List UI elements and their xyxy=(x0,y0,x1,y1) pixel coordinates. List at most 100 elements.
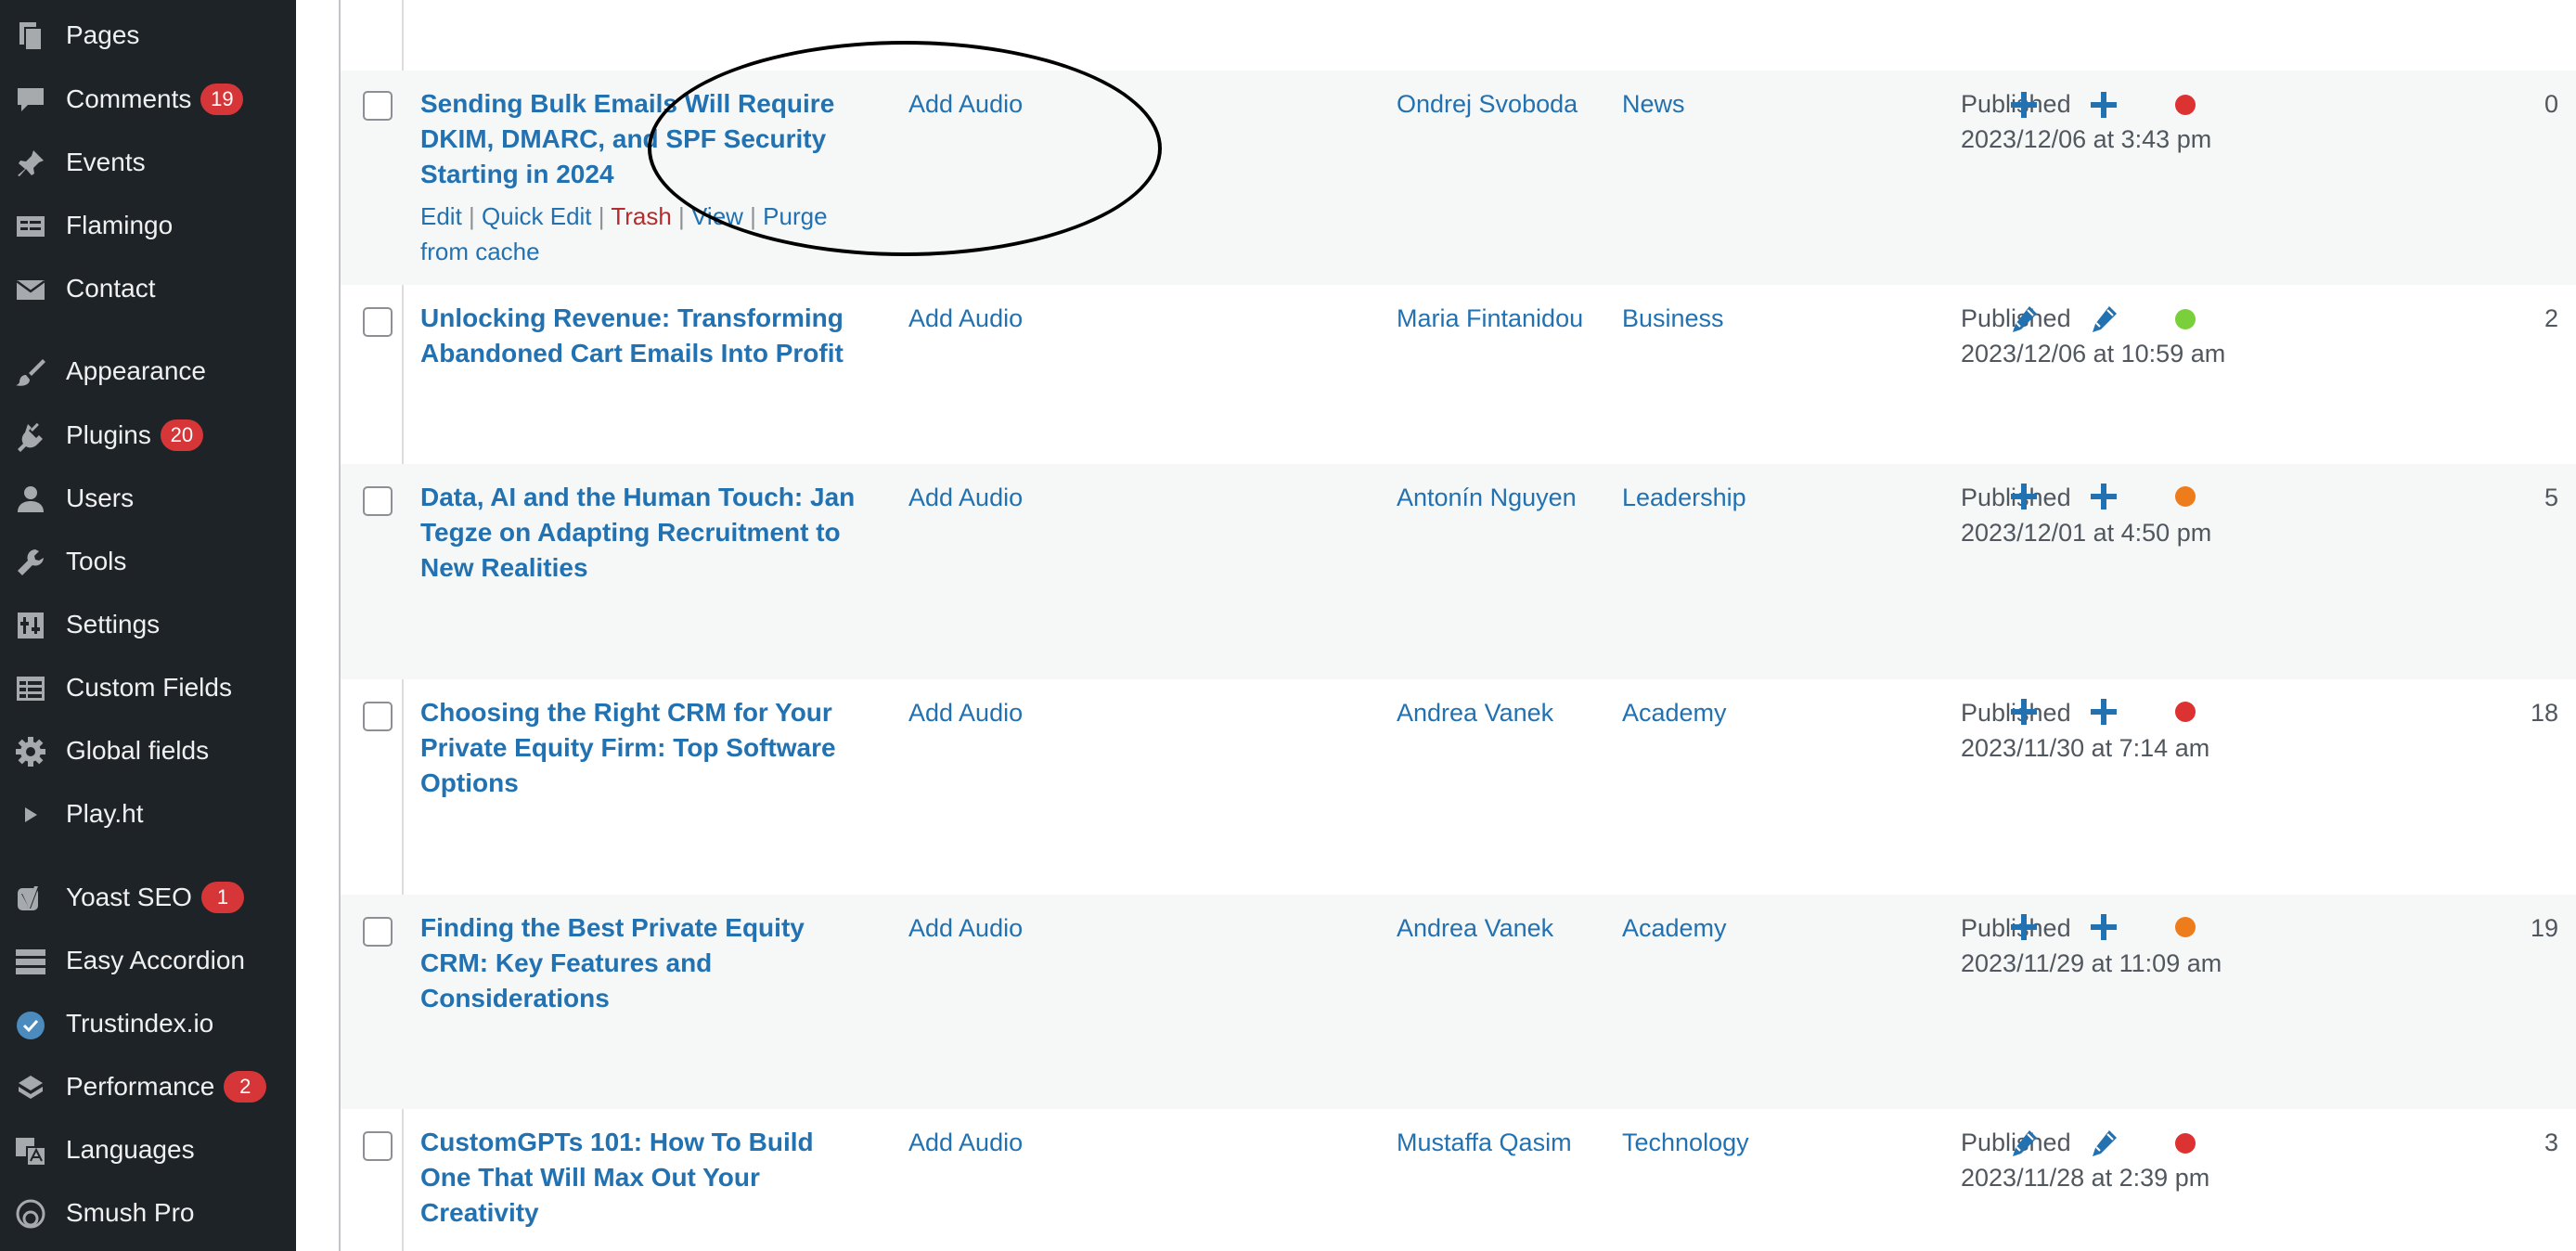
category-link[interactable]: Technology xyxy=(1622,1125,1749,1160)
trustindex-check-icon xyxy=(15,1009,46,1040)
plus-icon[interactable] xyxy=(2008,89,2040,121)
comment-count: 18 xyxy=(2530,699,2558,727)
sidebar-item-contact[interactable]: Contact xyxy=(0,257,296,320)
seo-score-dot xyxy=(2175,1133,2196,1154)
sidebar-item-custom-fields[interactable]: Custom Fields xyxy=(0,656,296,719)
sidebar-item-play-ht[interactable]: Play.ht xyxy=(0,782,296,845)
row-checkbox[interactable] xyxy=(363,486,393,516)
sidebar-label: Yoast SEO xyxy=(66,883,192,911)
sidebar-item-tools[interactable]: Tools xyxy=(0,530,296,593)
separator: | xyxy=(469,202,475,230)
sidebar-item-performance[interactable]: Performance 2 xyxy=(0,1055,296,1118)
pencil-icon[interactable] xyxy=(2088,303,2119,335)
sidebar-item-plugins[interactable]: Plugins 20 xyxy=(0,404,296,467)
add-audio-link[interactable]: Add Audio xyxy=(908,480,1023,515)
sidebar-item-appearance[interactable]: Appearance xyxy=(0,340,296,403)
row-checkbox[interactable] xyxy=(363,917,393,947)
post-datetime: 2023/11/28 at 2:39 pm xyxy=(1961,1164,2210,1192)
sidebar-item-comments[interactable]: Comments 19 xyxy=(0,68,296,131)
events-pin-icon xyxy=(15,148,46,179)
edit-link[interactable]: Edit xyxy=(420,202,462,230)
category-link[interactable]: Academy xyxy=(1622,695,1727,730)
add-audio-link[interactable]: Add Audio xyxy=(908,86,1023,122)
trash-link[interactable]: Trash xyxy=(611,202,672,230)
performance-icon xyxy=(15,1072,46,1103)
sidebar-label: Events xyxy=(66,148,146,176)
pencil-icon[interactable] xyxy=(2088,1128,2119,1159)
post-title-link[interactable]: Unlocking Revenue: Transforming Abandone… xyxy=(420,301,866,371)
author-link[interactable]: Ondrej Svoboda xyxy=(1397,86,1578,122)
sidebar-label: Easy Accordion xyxy=(66,946,245,974)
pencil-icon[interactable] xyxy=(2008,303,2040,335)
table-row: Unlocking Revenue: Transforming Abandone… xyxy=(341,285,2576,464)
plus-icon[interactable] xyxy=(2008,911,2040,943)
smush-icon xyxy=(15,1198,46,1230)
comment-count: 3 xyxy=(2544,1128,2558,1156)
plus-icon[interactable] xyxy=(2088,696,2119,728)
sidebar-item-settings[interactable]: Settings xyxy=(0,593,296,656)
admin-sidebar: Pages Comments 19 Events Flamingo Contact… xyxy=(0,0,296,1251)
add-audio-link[interactable]: Add Audio xyxy=(908,910,1023,946)
sidebar-item-languages[interactable]: Languages xyxy=(0,1118,296,1181)
category-link[interactable]: Business xyxy=(1622,301,1724,336)
post-title-link[interactable]: Sending Bulk Emails Will Require DKIM, D… xyxy=(420,86,866,192)
sidebar-label: Tools xyxy=(66,547,127,575)
sidebar-label: Global fields xyxy=(66,736,210,765)
row-checkbox[interactable] xyxy=(363,91,393,121)
sidebar-label: Users xyxy=(66,484,135,512)
sidebar-item-smush-pro[interactable]: Smush Pro xyxy=(0,1181,296,1245)
sidebar-label: Plugins xyxy=(66,420,151,449)
post-datetime: 2023/11/30 at 7:14 am xyxy=(1961,734,2210,762)
plus-icon[interactable] xyxy=(2088,911,2119,943)
table-row: CustomGPTs 101: How To Build One That Wi… xyxy=(341,1109,2576,1251)
plus-icon[interactable] xyxy=(2088,481,2119,512)
author-link[interactable]: Andrea Vanek xyxy=(1397,910,1553,946)
row-checkbox[interactable] xyxy=(363,1131,393,1161)
sidebar-item-easy-accordion[interactable]: Easy Accordion xyxy=(0,929,296,992)
sidebar-item-pages[interactable]: Pages xyxy=(0,4,296,67)
sidebar-label: Flamingo xyxy=(66,211,174,239)
sidebar-item-global-fields[interactable]: Global fields xyxy=(0,719,296,782)
category-link[interactable]: Leadership xyxy=(1622,480,1746,515)
sidebar-item-users[interactable]: Users xyxy=(0,467,296,530)
add-audio-link[interactable]: Add Audio xyxy=(908,301,1023,336)
author-link[interactable]: Antonín Nguyen xyxy=(1397,480,1577,515)
row-checkbox[interactable] xyxy=(363,702,393,731)
sidebar-item-yoast-seo[interactable]: Yoast SEO 1 xyxy=(0,866,296,929)
post-datetime: 2023/12/06 at 3:43 pm xyxy=(1961,125,2212,153)
category-link[interactable]: News xyxy=(1622,86,1685,122)
post-datetime: 2023/11/29 at 11:09 am xyxy=(1961,949,2222,977)
table-row: Data, AI and the Human Touch: Jan Tegze … xyxy=(341,464,2576,679)
view-link[interactable]: View xyxy=(691,202,743,230)
author-link[interactable]: Andrea Vanek xyxy=(1397,695,1553,730)
author-link[interactable]: Mustaffa Qasim xyxy=(1397,1125,1572,1160)
languages-icon xyxy=(15,1135,46,1167)
pencil-icon[interactable] xyxy=(2008,1128,2040,1159)
plus-icon[interactable] xyxy=(2008,696,2040,728)
seo-score-dot xyxy=(2175,917,2196,937)
post-title-link[interactable]: Choosing the Right CRM for Your Private … xyxy=(420,695,866,801)
quick-edit-link[interactable]: Quick Edit xyxy=(482,202,592,230)
add-audio-link[interactable]: Add Audio xyxy=(908,695,1023,730)
row-actions: Edit | Quick Edit | Trash | View | Purge… xyxy=(420,199,866,269)
play-icon xyxy=(15,799,46,831)
author-link[interactable]: Maria Fintanidou xyxy=(1397,301,1583,336)
post-date: Published 2023/11/30 at 7:14 am xyxy=(1961,695,2209,766)
row-checkbox[interactable] xyxy=(363,307,393,337)
pages-icon xyxy=(15,20,46,52)
seo-score-dot xyxy=(2175,309,2196,329)
plus-icon[interactable] xyxy=(2008,481,2040,512)
post-title-link[interactable]: Finding the Best Private Equity CRM: Key… xyxy=(420,910,866,1016)
seo-score-dot xyxy=(2175,702,2196,722)
plus-icon[interactable] xyxy=(2088,89,2119,121)
post-title-link[interactable]: Data, AI and the Human Touch: Jan Tegze … xyxy=(420,480,866,586)
sidebar-item-flamingo[interactable]: Flamingo xyxy=(0,194,296,257)
comment-count: 0 xyxy=(2544,90,2558,118)
sidebar-item-events[interactable]: Events xyxy=(0,131,296,194)
add-audio-link[interactable]: Add Audio xyxy=(908,1125,1023,1160)
table-row: Finding the Best Private Equity CRM: Key… xyxy=(341,895,2576,1109)
post-title-link[interactable]: CustomGPTs 101: How To Build One That Wi… xyxy=(420,1125,866,1231)
sidebar-item-trustindex[interactable]: Trustindex.io xyxy=(0,992,296,1055)
separator: | xyxy=(598,202,605,230)
category-link[interactable]: Academy xyxy=(1622,910,1727,946)
